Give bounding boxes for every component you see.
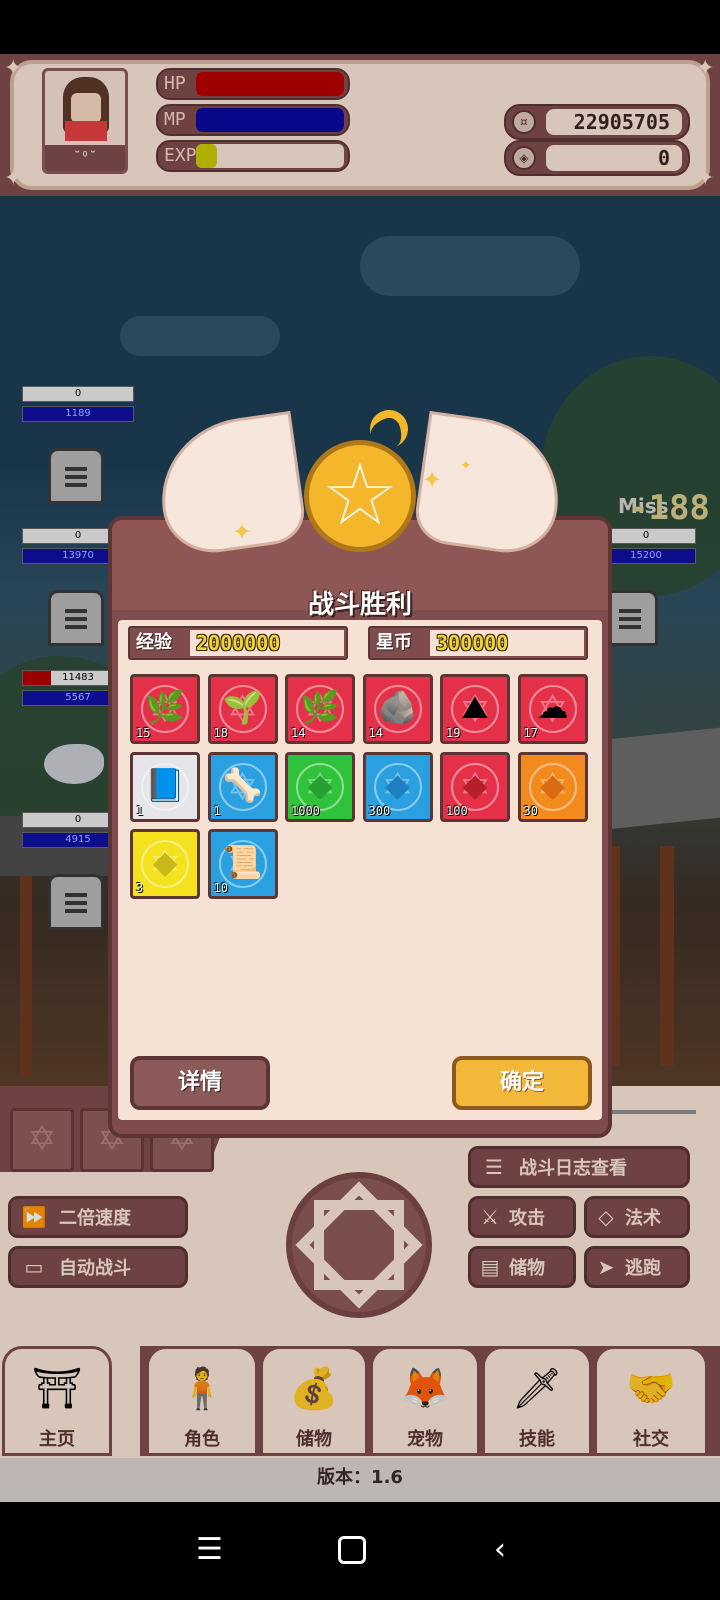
ally-hp-value: 0: [74, 530, 82, 541]
exp-label: EXP: [164, 145, 197, 166]
cloud-cotton-icon: ☁: [536, 688, 569, 726]
item-count: 19: [446, 726, 461, 740]
item-count: 15: [136, 726, 151, 740]
yellow-crystal-icon: ◆: [152, 843, 178, 881]
herb-icon: 🌿: [145, 688, 185, 726]
sparkle-icon: ✦: [232, 518, 253, 546]
leaf-branch-icon: 🌿: [300, 688, 340, 726]
left-wing-icon: [151, 410, 309, 560]
reward-item[interactable]: ◆100: [440, 751, 510, 822]
reward-item[interactable]: ⛰19: [440, 674, 510, 744]
reward-item[interactable]: ◆30: [517, 751, 588, 822]
item-count: 1: [213, 803, 221, 818]
reward-item[interactable]: 🪨14: [362, 674, 433, 744]
hp-label: HP: [164, 73, 186, 94]
iron-ore-icon: ⛰: [461, 688, 489, 726]
item-count: 3: [136, 881, 144, 895]
dialog-body: 经验 2000000 星币 300000 🌿15🌱18🌿14🪨14⛰19☁17📘…: [118, 620, 602, 1120]
star-coin-reward-value: 300000: [436, 631, 509, 655]
reward-item[interactable]: 🦴1: [207, 751, 278, 822]
pentagram-medal-icon: ☆: [304, 440, 416, 552]
rock-ore-icon: 🪨: [377, 688, 418, 726]
ally-hp-value: 11483: [62, 672, 94, 683]
item-count: 17: [523, 726, 538, 740]
sparkle-icon: ✦: [460, 458, 472, 474]
orange-crystal-icon: ◆: [540, 765, 565, 804]
reward-item[interactable]: 📜10: [207, 829, 278, 899]
bones-icon: 🦴: [222, 765, 263, 804]
mp-label: MP: [164, 109, 186, 130]
reward-item[interactable]: 🌿14: [285, 674, 355, 744]
ally-mp-value: 1189: [65, 408, 91, 419]
ally-hp-value: 0: [74, 814, 82, 825]
star-coin-reward-label: 星币: [376, 632, 412, 653]
item-count: 18: [213, 726, 228, 740]
item-count: 1000: [291, 803, 320, 818]
confirm-button[interactable]: 确定: [452, 1056, 592, 1110]
exp-reward: 经验 2000000: [128, 626, 348, 660]
battle-victory-dialog: 战斗胜利 经验 2000000 星币 300000 🌿15🌱18🌿14🪨14⛰1…: [108, 516, 612, 1138]
back-chevron-icon[interactable]: ‹: [494, 1532, 506, 1567]
menu-icon[interactable]: ☰: [196, 1532, 223, 1567]
details-button[interactable]: 详情: [130, 1056, 270, 1110]
exp-reward-field: 2000000: [190, 630, 344, 656]
item-count: 300: [368, 803, 391, 818]
item-count: 1: [136, 803, 144, 818]
herb-sprig-icon: 🌱: [222, 688, 263, 726]
reward-item[interactable]: 🌱18: [207, 674, 278, 744]
enemy-mp-value: 15200: [630, 550, 662, 561]
sparkle-icon: ✦: [422, 466, 443, 494]
book-icon: 📘: [145, 765, 185, 804]
home-square-icon[interactable]: [338, 1536, 366, 1564]
ally-mp-value: 13970: [62, 550, 94, 561]
exp-reward-label: 经验: [136, 632, 172, 653]
star-coin-reward: 星币 300000: [368, 626, 588, 660]
ally-hp-value: 0: [74, 388, 82, 399]
scroll-icon: 📜: [222, 843, 263, 881]
red-crystal-icon: ◆: [462, 765, 488, 804]
item-count: 100: [446, 803, 468, 818]
item-count: 30: [523, 803, 538, 818]
blue-crystal-icon: ◆: [385, 765, 410, 804]
ally-mp-value: 5567: [65, 692, 91, 703]
reward-item[interactable]: ◆300: [362, 751, 433, 822]
star-coin-reward-field: 300000: [430, 630, 584, 656]
reward-item[interactable]: 📘1: [130, 751, 200, 822]
victory-emblem: ☆ ✦ ✦ ✦: [151, 404, 569, 580]
system-nav-bar: ☰ ‹: [0, 1502, 720, 1600]
reward-item[interactable]: ◆3: [130, 829, 200, 899]
item-count: 14: [368, 726, 383, 740]
green-crystal-icon: ◆: [307, 765, 333, 804]
reward-item[interactable]: ☁17: [517, 674, 588, 744]
item-count: 10: [213, 881, 228, 895]
item-count: 14: [291, 726, 306, 740]
status-bar: [0, 0, 720, 54]
reward-item[interactable]: 🌿15: [130, 674, 200, 744]
ally-mp-value: 4915: [65, 834, 91, 845]
dialog-title: 战斗胜利: [307, 590, 412, 620]
exp-reward-value: 2000000: [196, 631, 281, 655]
enemy-hp-value: 0: [642, 530, 650, 541]
reward-item[interactable]: ◆1000: [285, 751, 355, 822]
